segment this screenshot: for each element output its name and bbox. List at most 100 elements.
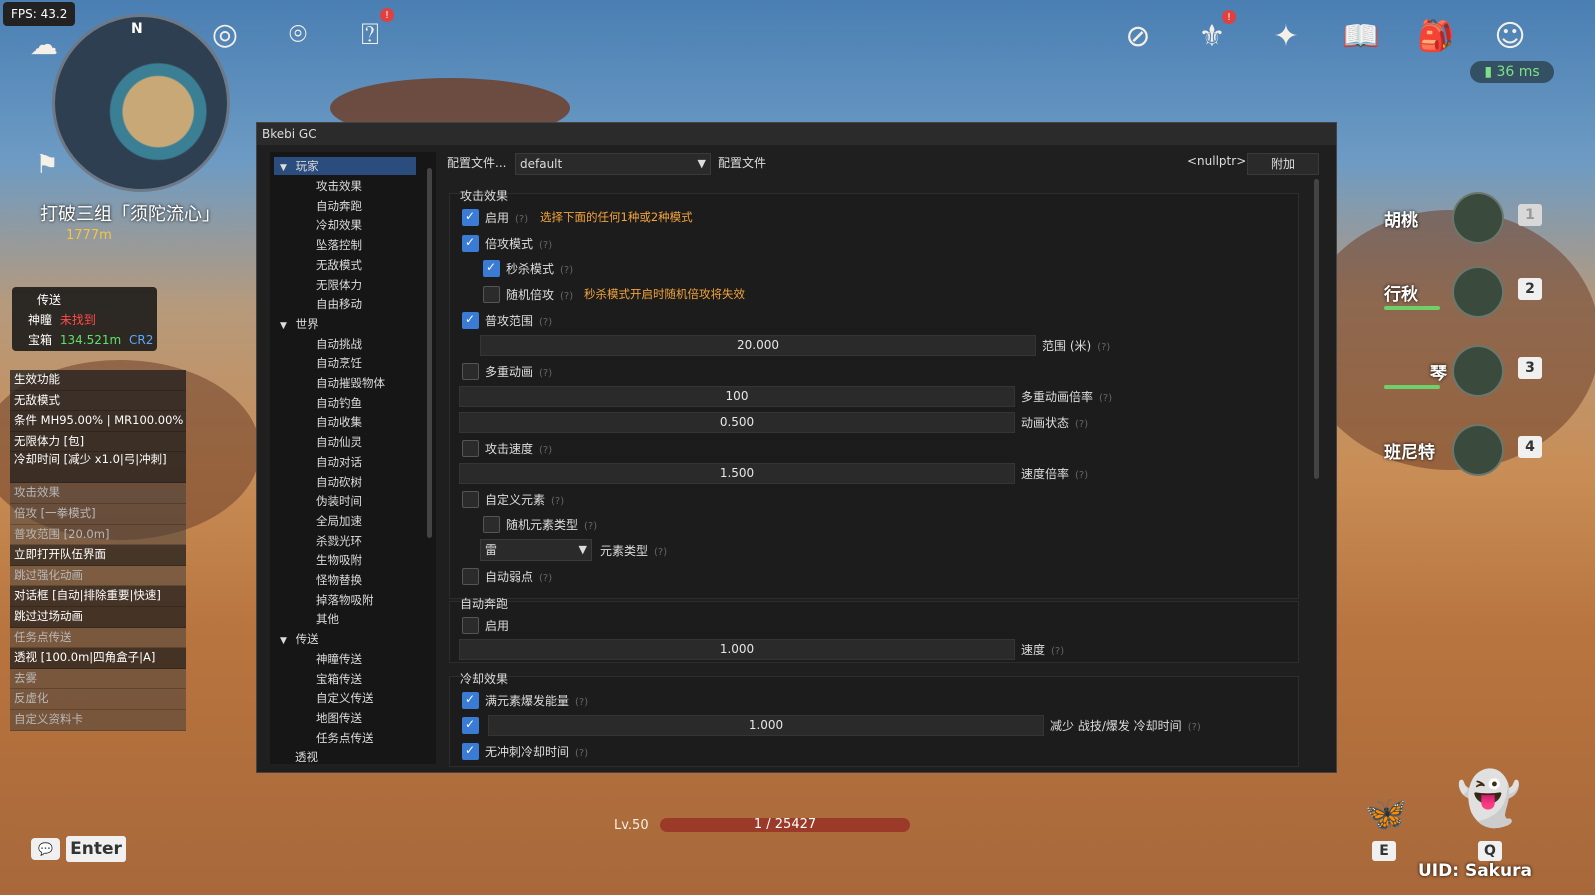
wish-icon[interactable]: ✦ <box>1264 14 1308 58</box>
tree-item[interactable]: 自动砍树 <box>316 473 362 491</box>
exp-bar: 1 / 25427 <box>660 817 910 832</box>
multi-anim-checkbox[interactable] <box>462 363 479 380</box>
full-burst-label: 满元素爆发能量 (?) <box>485 694 589 708</box>
battle-pass-icon[interactable]: ⚜! <box>1190 10 1236 58</box>
tree-item[interactable]: 杀戮光环 <box>316 532 362 550</box>
feature-item: 倍攻 [一拳模式] <box>10 503 186 525</box>
custom-element-checkbox[interactable] <box>462 491 479 508</box>
tree-item[interactable]: 自定义传送 <box>316 689 374 707</box>
tree-node-player[interactable]: ▼ 玩家 <box>274 157 416 175</box>
elemental-burst-icon[interactable]: 👻 <box>1445 758 1533 838</box>
notification-badge: ! <box>380 8 394 22</box>
tree-item[interactable]: 自动奔跑 <box>316 197 362 215</box>
bkebi-window[interactable]: Bkebi GC ▼ 玩家 攻击效果 自动奔跑 冷却效果 坠落控制 无敌模式 无… <box>256 122 1337 773</box>
tree-item[interactable]: 无限体力 <box>316 276 362 294</box>
tree-node-world[interactable]: ▼ 世界 <box>274 315 319 333</box>
north-indicator: N <box>131 21 143 37</box>
tree-item[interactable]: 神瞳传送 <box>316 650 362 668</box>
tree-item[interactable]: 冷却效果 <box>316 216 362 234</box>
navigation-tree[interactable]: ▼ 玩家 攻击效果 自动奔跑 冷却效果 坠落控制 无敌模式 无限体力 自由移动 … <box>270 152 436 764</box>
feature-item: 条件 MH95.00% | MR100.00% <box>10 411 186 432</box>
tree-node-teleport[interactable]: ▼ 传送 <box>274 630 319 648</box>
party-member[interactable]: 行秋 2 <box>1340 262 1550 322</box>
party-member-name: 胡桃 <box>1384 211 1418 231</box>
multi-anim-slider[interactable]: 100 <box>459 386 1015 407</box>
chat-icon[interactable]: 💬 <box>31 838 60 860</box>
range-slider-label: 范围 (米) (?) <box>1042 339 1111 353</box>
feature-item: 透视 [100.0m|四角盒子|A] <box>10 648 186 669</box>
tree-item[interactable]: 伪装时间 <box>316 492 362 510</box>
tree-item[interactable]: 自动钓鱼 <box>316 394 362 412</box>
panel-scrollbar[interactable] <box>1314 179 1319 479</box>
attach-button[interactable]: 附加 <box>1247 153 1319 175</box>
feature-item: 对话框 [自动|排除重要|快速] <box>10 586 186 607</box>
compass-icon[interactable]: ◎ <box>203 12 247 56</box>
anim-state-slider[interactable]: 0.500 <box>459 412 1015 433</box>
map-icon[interactable]: ☁ <box>22 22 66 66</box>
tree-item[interactable]: 自动摧毁物体 <box>316 374 385 392</box>
tree-item[interactable]: 其他 <box>316 610 339 628</box>
target-icon[interactable]: ⌾ <box>276 12 320 56</box>
config-file-button[interactable]: 配置文件... <box>447 154 506 171</box>
tree-item[interactable]: 自动仙灵 <box>316 433 362 451</box>
random-multiplier-label: 随机倍攻 (?) <box>506 288 574 302</box>
one-punch-label: 秒杀模式 (?) <box>506 262 574 276</box>
cooldown-reduce-checkbox[interactable] <box>462 717 479 734</box>
feature-item: 冷却时间 [减少 x1.0|弓|冲刺] <box>10 452 186 484</box>
handbook-icon[interactable]: 📖 <box>1339 14 1383 58</box>
section-header: 攻击效果 <box>460 189 509 203</box>
tree-item[interactable]: 生物吸附 <box>316 551 362 569</box>
tree-item[interactable]: 自动烹饪 <box>316 354 362 372</box>
quest-title[interactable]: 打破三组「须陀流心」 <box>40 200 220 226</box>
range-slider[interactable]: 20.000 <box>480 335 1036 356</box>
tree-item[interactable]: 攻击效果 <box>316 177 362 195</box>
tree-item[interactable]: 坠落控制 <box>316 236 362 254</box>
tree-item[interactable]: 宝箱传送 <box>316 670 362 688</box>
tree-item[interactable]: 自由移动 <box>316 295 362 313</box>
full-burst-checkbox[interactable] <box>462 692 479 709</box>
enter-key[interactable]: Enter <box>66 836 126 862</box>
tree-node-esp[interactable]: 透视 <box>295 748 318 764</box>
random-element-checkbox[interactable] <box>483 516 500 533</box>
tree-item[interactable]: 自动收集 <box>316 413 362 431</box>
auto-run-enable-checkbox[interactable] <box>462 617 479 634</box>
tree-item[interactable]: 无敌模式 <box>316 256 362 274</box>
config-select[interactable]: default ▼ <box>515 153 711 175</box>
tree-scrollbar[interactable] <box>427 168 432 538</box>
party-member[interactable]: 琴 3 <box>1340 341 1550 401</box>
tree-item[interactable]: 自动对话 <box>316 453 362 471</box>
speed-slider[interactable]: 1.500 <box>459 463 1015 484</box>
tree-item[interactable]: 怪物替换 <box>316 571 362 589</box>
multi-anim-label: 多重动画 (?) <box>485 365 553 379</box>
auto-run-speed-slider[interactable]: 1.000 <box>459 639 1015 660</box>
event-icon[interactable]: ⊘ <box>1116 14 1160 58</box>
multiplier-mode-checkbox[interactable] <box>462 235 479 252</box>
multi-anim-slider-label: 多重动画倍率 (?) <box>1021 390 1113 404</box>
cooldown-reduce-label: 减少 战技/爆发 冷却时间 (?) <box>1050 719 1201 733</box>
quest-icon[interactable]: ⍰! <box>348 8 394 56</box>
tree-item[interactable]: 全局加速 <box>316 512 362 530</box>
range-checkbox[interactable] <box>462 312 479 329</box>
no-dash-cd-checkbox[interactable] <box>462 743 479 760</box>
element-type-select[interactable]: 雷 ▼ <box>480 539 592 561</box>
avatar <box>1452 424 1504 476</box>
bookmark-icon[interactable]: ⚑ <box>25 143 69 187</box>
tree-item[interactable]: 地图传送 <box>316 709 362 727</box>
one-punch-checkbox[interactable] <box>483 260 500 277</box>
party-member[interactable]: 胡桃 1 <box>1340 188 1550 248</box>
auto-weak-checkbox[interactable] <box>462 568 479 585</box>
window-title[interactable]: Bkebi GC <box>257 123 1336 145</box>
cooldown-reduce-slider[interactable]: 1.000 <box>488 715 1044 736</box>
inventory-icon[interactable]: 🎒 <box>1414 14 1458 58</box>
random-multiplier-checkbox[interactable] <box>483 286 500 303</box>
attack-enable-hint: 选择下面的任何1种或2种模式 <box>540 210 693 224</box>
attack-enable-checkbox[interactable] <box>462 209 479 226</box>
attack-speed-checkbox[interactable] <box>462 440 479 457</box>
tree-item[interactable]: 任务点传送 <box>316 729 374 747</box>
party-member[interactable]: 班尼特 4 <box>1340 420 1550 480</box>
party-key: 1 <box>1518 204 1542 226</box>
tree-item[interactable]: 掉落物吸附 <box>316 591 374 609</box>
tree-item[interactable]: 自动挑战 <box>316 335 362 353</box>
elemental-skill-icon[interactable]: 🦋 <box>1362 790 1410 838</box>
paimon-icon[interactable]: ☺ <box>1488 14 1532 58</box>
